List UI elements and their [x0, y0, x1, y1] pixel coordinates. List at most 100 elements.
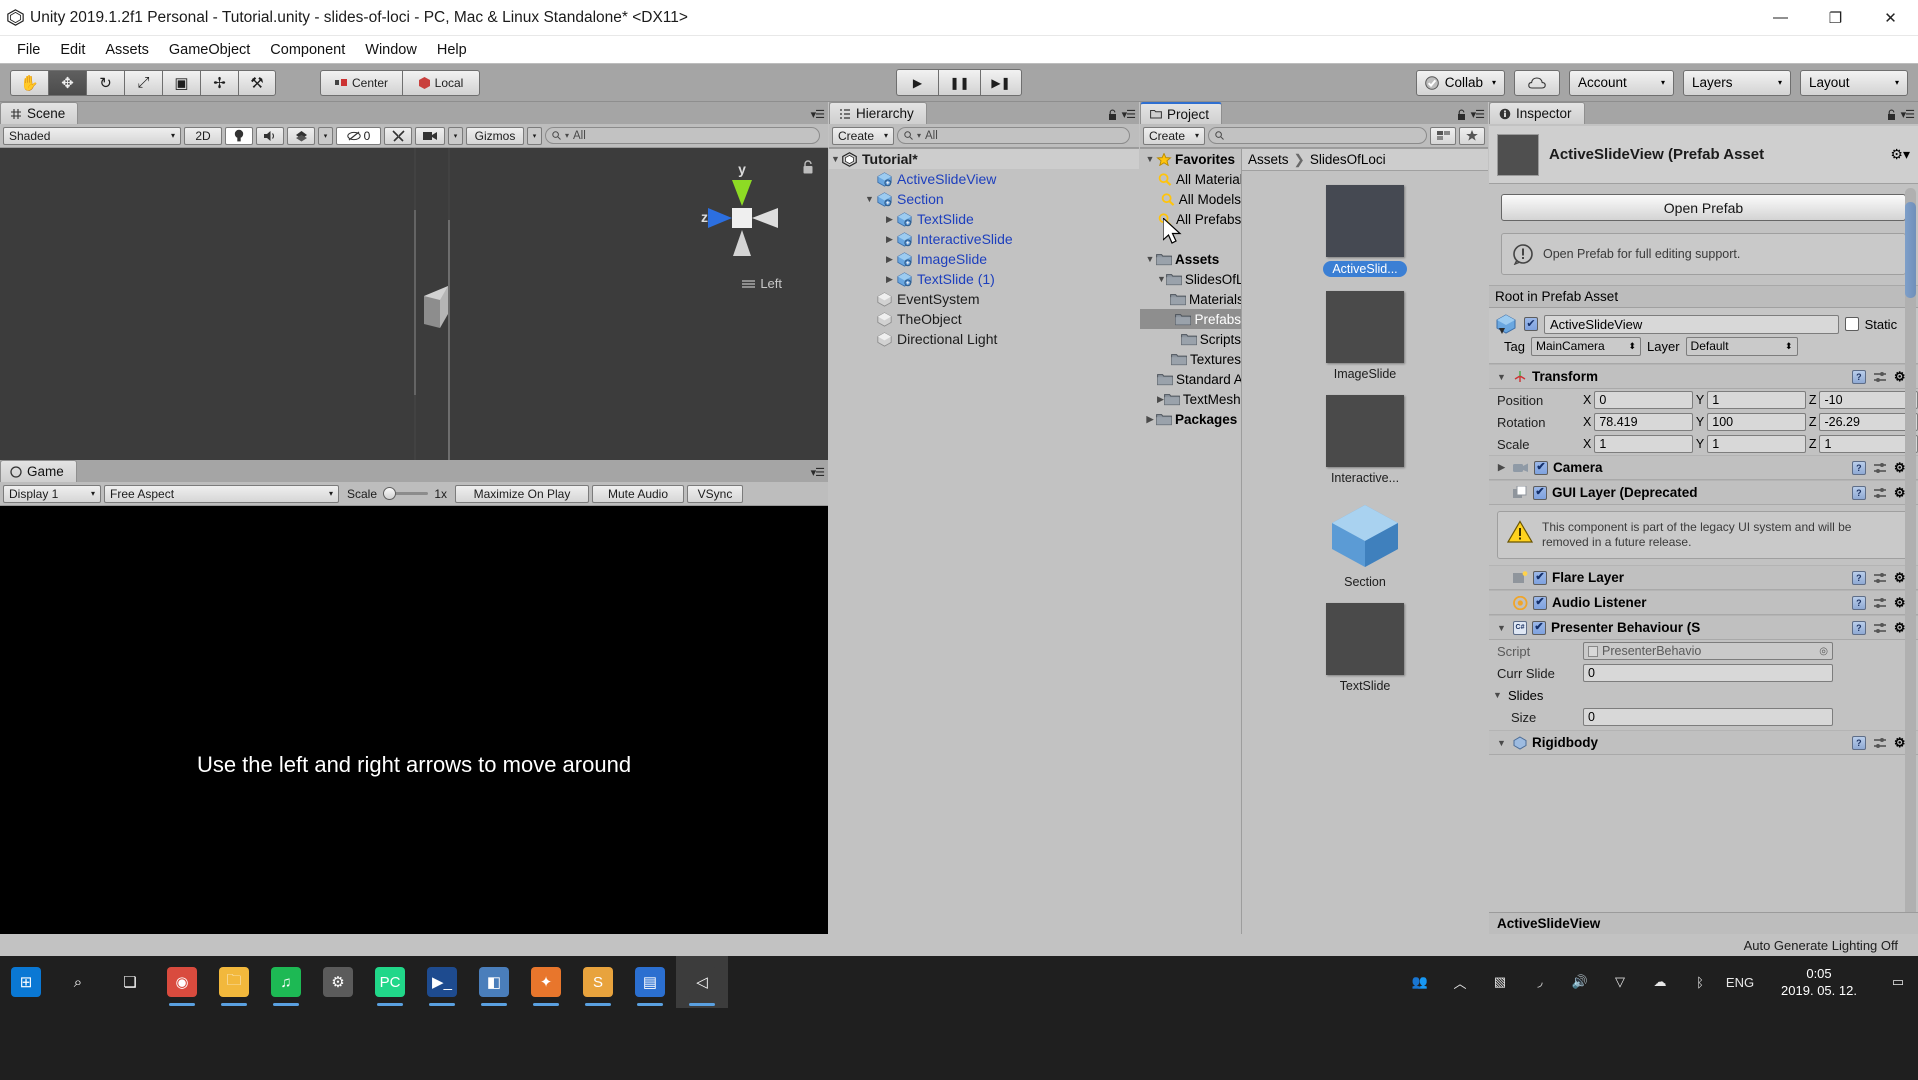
move-tool[interactable]: ✥ — [48, 69, 86, 96]
component-enabled-checkbox[interactable] — [1534, 460, 1548, 475]
scale-slider[interactable]: Scale 1x — [342, 485, 452, 503]
project-tree-item-assets[interactable]: ▼ Assets — [1140, 249, 1241, 269]
scene-visibility-button[interactable]: 0 — [336, 126, 381, 145]
project-tree-item-prefabs[interactable]: Prefabs — [1140, 309, 1241, 329]
camera-dropdown[interactable]: ▾ — [448, 126, 463, 145]
chrome-app[interactable]: ◉ — [156, 956, 208, 1008]
preset-icon[interactable] — [1873, 371, 1887, 383]
close-button[interactable]: ✕ — [1863, 0, 1918, 36]
settings-app[interactable]: ⚙ — [312, 956, 364, 1008]
play-button[interactable]: ▶ — [896, 69, 938, 96]
chevron-down-icon[interactable]: ▼ — [1491, 685, 1504, 705]
scene-view-orientation[interactable]: Left — [742, 276, 782, 291]
pause-button[interactable]: ❚❚ — [938, 69, 980, 96]
scene-menu-icon[interactable]: ▾☰ — [811, 108, 825, 121]
powershell-app[interactable]: ▶_ — [416, 956, 468, 1008]
component-enabled-checkbox[interactable] — [1533, 595, 1547, 610]
filter-by-type-button[interactable] — [1430, 126, 1456, 145]
file-explorer-app[interactable]: 🗀 — [208, 956, 260, 1008]
component-header-audio-listener[interactable]: Audio Listener?⚙▾ — [1489, 590, 1918, 615]
clock[interactable]: 0:05 2019. 05. 12. — [1760, 956, 1878, 1008]
language-indicator[interactable]: ENG — [1720, 956, 1760, 1008]
scene-viewport[interactable]: y z Left — [0, 148, 828, 460]
pivot-mode-button[interactable]: Center — [320, 69, 402, 96]
project-tree-item-slidesofloci[interactable]: ▼ SlidesOfLoci — [1140, 269, 1241, 289]
component-header-presenter[interactable]: ▼ C# Presenter Behaviour (S ? ⚙▾ — [1489, 615, 1918, 640]
gear-icon[interactable]: ⚙▾ — [1890, 146, 1910, 163]
project-tree-item-all-materials[interactable]: All Materials — [1140, 169, 1241, 189]
hand-tool[interactable]: ✋ — [10, 69, 48, 96]
preset-icon[interactable] — [1873, 622, 1887, 634]
help-icon[interactable]: ? — [1851, 735, 1866, 750]
hierarchy-item-interactiveslide[interactable]: ▶ InteractiveSlide — [829, 229, 1139, 249]
preset-icon[interactable] — [1873, 572, 1887, 584]
chevron-right-icon[interactable]: ▶ — [883, 209, 896, 229]
scene-tools-button[interactable] — [384, 126, 412, 145]
lock-icon[interactable] — [1108, 109, 1117, 121]
hierarchy-item-activeslideview[interactable]: ActiveSlideView — [829, 169, 1139, 189]
search-button[interactable]: ⌕ — [52, 956, 104, 1008]
presenter-enabled-checkbox[interactable] — [1532, 620, 1546, 635]
chevron-down-icon[interactable]: ▼ — [1495, 733, 1508, 753]
chevron-down-icon[interactable]: ▼ — [1144, 249, 1156, 269]
preset-icon[interactable] — [1873, 737, 1887, 749]
tab-game[interactable]: Game — [0, 460, 77, 482]
project-tree-item-standard-assets[interactable]: Standard Assets — [1140, 369, 1241, 389]
static-checkbox[interactable] — [1844, 317, 1859, 331]
help-icon[interactable]: ? — [1851, 369, 1866, 384]
component-enabled-checkbox[interactable] — [1533, 485, 1547, 500]
menu-file[interactable]: File — [7, 40, 50, 60]
step-button[interactable]: ▶❚ — [980, 69, 1022, 96]
preset-icon[interactable] — [1873, 487, 1887, 499]
audio-toggle-button[interactable] — [256, 126, 284, 145]
project-tree-item-all-models[interactable]: All Models — [1140, 189, 1241, 209]
breadcrumb-item[interactable]: SlidesOfLoci — [1310, 152, 1386, 167]
dropbox-icon[interactable]: ▽ — [1600, 956, 1640, 1008]
tab-project[interactable]: Project — [1140, 102, 1223, 124]
transform-y-field[interactable]: 100 — [1707, 413, 1806, 431]
asset-grid[interactable]: ActiveSlid... ImageSlide Interactive... Sec… — [1242, 171, 1488, 1054]
cloud-button[interactable] — [1514, 69, 1560, 96]
display-dropdown[interactable]: Display 1 ▾ — [3, 484, 101, 503]
help-icon[interactable]: ? — [1851, 460, 1866, 475]
onedrive-icon[interactable]: ☁ — [1640, 956, 1680, 1008]
project-tree-item-scripts[interactable]: Scripts — [1140, 329, 1241, 349]
lighting-toggle-button[interactable] — [225, 126, 253, 145]
layout-button[interactable]: Layout ▾ — [1800, 69, 1908, 96]
asset-item[interactable]: Section — [1242, 499, 1488, 589]
script-field[interactable]: PresenterBehavio ◎ — [1583, 642, 1833, 660]
toggle-2d-button[interactable]: 2D — [184, 126, 222, 145]
breadcrumb-item[interactable]: Assets — [1248, 152, 1289, 167]
hierarchy-create-button[interactable]: Create ▾ — [832, 126, 894, 145]
chevron-right-icon[interactable]: ▶ — [1157, 389, 1164, 409]
rect-tool[interactable]: ▣ — [162, 69, 200, 96]
asset-item[interactable]: ActiveSlid... — [1242, 185, 1488, 277]
hierarchy-item-directional-light[interactable]: Directional Light — [829, 329, 1139, 349]
hierarchy-item-textslide[interactable]: ▶ TextSlide — [829, 209, 1139, 229]
maximize-button[interactable]: ❐ — [1808, 0, 1863, 36]
lock-icon[interactable] — [1457, 109, 1466, 121]
transform-z-field[interactable]: -26.29 — [1819, 413, 1918, 431]
help-icon[interactable]: ? — [1851, 485, 1866, 500]
start-button[interactable]: ⊞ — [0, 956, 52, 1008]
transform-tool[interactable]: ✢ — [200, 69, 238, 96]
people-icon[interactable]: 👥 — [1400, 956, 1440, 1008]
camera-settings-button[interactable] — [415, 126, 445, 145]
tag-dropdown[interactable]: MainCamera ⬍ — [1531, 336, 1641, 356]
aspect-dropdown[interactable]: Free Aspect ▾ — [104, 484, 339, 503]
pycharm-app[interactable]: PC — [364, 956, 416, 1008]
size-field[interactable]: 0 — [1583, 708, 1833, 726]
wifi-icon[interactable]: ◞ — [1520, 956, 1560, 1008]
account-button[interactable]: Account ▾ — [1569, 69, 1674, 96]
tab-hierarchy[interactable]: Hierarchy — [829, 102, 927, 124]
chevron-down-icon[interactable]: ▼ — [1495, 618, 1508, 638]
hierarchy-item-section[interactable]: ▼ Section — [829, 189, 1139, 209]
gameobject-enabled-checkbox[interactable] — [1524, 317, 1538, 331]
pivot-rotation-button[interactable]: Local — [402, 69, 480, 96]
preset-icon[interactable] — [1873, 462, 1887, 474]
curr-slide-field[interactable]: 0 — [1583, 664, 1833, 682]
asset-item[interactable]: ImageSlide — [1242, 291, 1488, 381]
scale-tool[interactable]: ⤢ — [124, 69, 162, 96]
bluetooth-icon[interactable]: ᛒ — [1680, 956, 1720, 1008]
project-tree-item-packages[interactable]: ▶ Packages — [1140, 409, 1241, 429]
